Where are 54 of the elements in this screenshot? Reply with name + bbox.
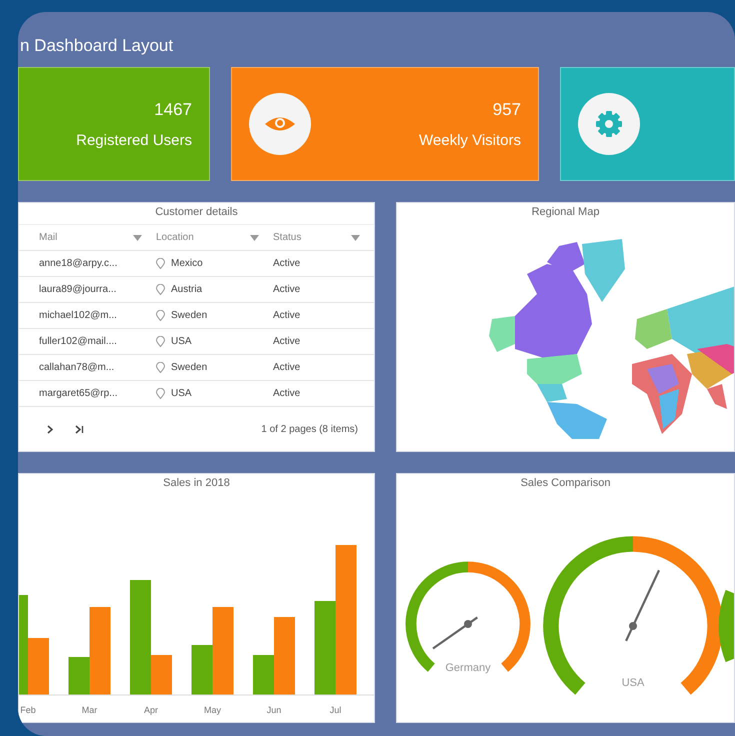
table-cell-text: laura89@jourra... (39, 284, 118, 295)
table-cell-text: Active (273, 388, 302, 399)
table-cell-text: Active (273, 284, 302, 295)
table-cell: Sweden (171, 362, 208, 373)
column-header[interactable]: Status (273, 232, 302, 243)
last-page-icon[interactable] (75, 424, 84, 434)
location-pin-icon (156, 388, 165, 399)
pager-summary: 1 of 2 pages (8 items) (261, 424, 358, 434)
table-cell: Sweden (171, 310, 208, 321)
location-pin-icon (156, 258, 165, 269)
stat-value: 957 (492, 100, 521, 120)
table-cell-text: Active (273, 362, 302, 373)
filter-icon[interactable] (351, 234, 360, 240)
location-pin-icon (156, 284, 165, 295)
card-title: Sales Comparison (520, 477, 610, 489)
gauge-label: USA (622, 677, 644, 689)
stat-value: 1467 (154, 100, 192, 120)
filter-icon[interactable] (133, 234, 142, 240)
filter-icon[interactable] (250, 234, 259, 240)
table-cell-text: margaret65@rp... (39, 388, 119, 399)
column-header[interactable]: Mail (39, 232, 58, 243)
table-cell: Austria (171, 284, 202, 295)
column-header[interactable]: Location (156, 232, 194, 243)
eye-icon (264, 115, 296, 133)
axis-label: Jul (330, 705, 342, 715)
next-page-icon[interactable] (47, 424, 53, 434)
axis-label: May (204, 705, 221, 715)
axis-label: Apr (144, 705, 158, 715)
gauge-needle (432, 616, 478, 650)
page-title: n Dashboard Layout (20, 36, 174, 56)
table-cell-text: Active (273, 336, 302, 347)
location-pin-icon (156, 310, 165, 321)
card-title: Regional Map (532, 206, 600, 218)
stat-label: Weekly Visitors (419, 132, 521, 148)
table-cell: Mexico (171, 258, 203, 269)
table-cell: USA (171, 336, 192, 347)
axis-label: Feb (20, 705, 36, 715)
axis-label: Jun (266, 705, 282, 715)
table-cell-text: Active (273, 258, 302, 269)
table-cell-text: michael102@m... (39, 310, 118, 321)
table-cell-text: Active (273, 310, 302, 321)
gauge-label: Germany (445, 662, 491, 674)
table-cell-text: anne18@arpy.c... (39, 258, 118, 269)
table-cell-text: fuller102@mail.... (39, 336, 118, 347)
location-pin-icon (156, 362, 165, 373)
card-title: Sales in 2018 (163, 477, 230, 489)
table-cell-text: callahan78@m... (39, 362, 116, 373)
stat-label: Registered Users (76, 132, 192, 148)
table-cell: USA (171, 388, 192, 399)
axis-label: Mar (82, 705, 98, 715)
gear-icon (594, 109, 624, 139)
location-pin-icon (156, 336, 165, 347)
gauge-needle (625, 570, 660, 642)
card-title: Customer details (155, 206, 238, 218)
